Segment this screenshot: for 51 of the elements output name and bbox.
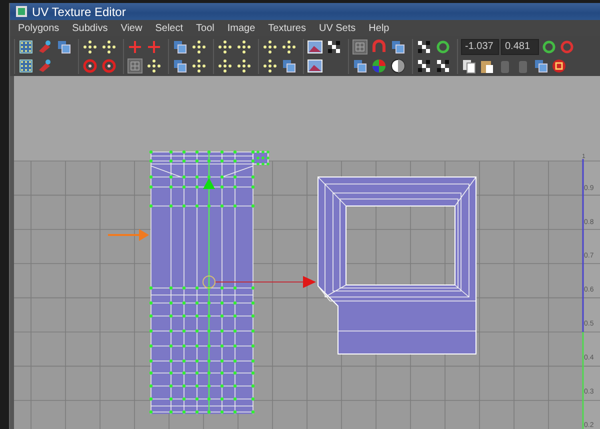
image-icon[interactable] — [307, 38, 323, 54]
contrast-icon[interactable] — [390, 58, 406, 74]
image-icon[interactable] — [307, 58, 323, 74]
dots-icon[interactable] — [82, 38, 98, 54]
ring-icon[interactable] — [82, 58, 98, 74]
app-icon — [16, 6, 27, 17]
checker-icon[interactable] — [435, 58, 451, 74]
menu-item[interactable]: UV Sets — [318, 22, 356, 34]
dots-icon[interactable] — [262, 58, 278, 74]
squares-icon[interactable] — [352, 58, 368, 74]
ring-icon[interactable] — [101, 58, 117, 74]
grid-icon[interactable] — [18, 58, 34, 74]
brush-icon[interactable] — [37, 58, 53, 74]
dots-icon[interactable] — [191, 38, 207, 54]
brush-icon[interactable] — [37, 38, 53, 54]
squares-icon[interactable] — [56, 38, 72, 54]
menu-item[interactable]: Image — [227, 22, 256, 34]
grid-icon[interactable] — [18, 38, 34, 54]
color-wheel-icon[interactable] — [371, 58, 387, 74]
pivot-ring[interactable] — [202, 276, 216, 288]
move-handle[interactable] — [203, 178, 215, 189]
coordinate-field[interactable]: -1.037 — [461, 38, 499, 54]
menu-item[interactable]: Subdivs — [72, 22, 108, 34]
dots-icon[interactable] — [191, 58, 207, 74]
menu-item[interactable]: Select — [155, 22, 184, 34]
squares-icon[interactable] — [172, 58, 188, 74]
checker-icon[interactable] — [416, 58, 432, 74]
coordinate-field[interactable]: 0.481 — [501, 38, 539, 54]
menu-item[interactable]: Textures — [268, 22, 306, 34]
window-title: UV Texture Editor — [32, 4, 126, 18]
squares-icon[interactable] — [281, 58, 297, 74]
menu-item[interactable]: Help — [368, 22, 390, 34]
menu-item[interactable]: Tool — [196, 22, 214, 34]
dots-icon[interactable] — [281, 38, 297, 54]
dots-icon[interactable] — [217, 58, 233, 74]
menu-item[interactable]: View — [120, 22, 142, 34]
dots-icon[interactable] — [101, 38, 117, 54]
checker-icon[interactable] — [326, 38, 342, 54]
dots-icon[interactable] — [262, 38, 278, 54]
squares-icon[interactable] — [533, 58, 549, 74]
dots-icon[interactable] — [236, 58, 252, 74]
annotation-arrow — [108, 229, 149, 241]
dots-icon[interactable] — [146, 58, 162, 74]
dots-icon[interactable] — [236, 38, 252, 54]
checker-icon[interactable] — [416, 38, 432, 54]
squares-icon[interactable] — [172, 38, 188, 54]
target-icon[interactable] — [551, 58, 567, 74]
dots-icon[interactable] — [217, 38, 233, 54]
copy-icon[interactable] — [461, 58, 477, 74]
squares-icon[interactable] — [390, 38, 406, 54]
menu-item[interactable]: Polygons — [18, 22, 60, 34]
